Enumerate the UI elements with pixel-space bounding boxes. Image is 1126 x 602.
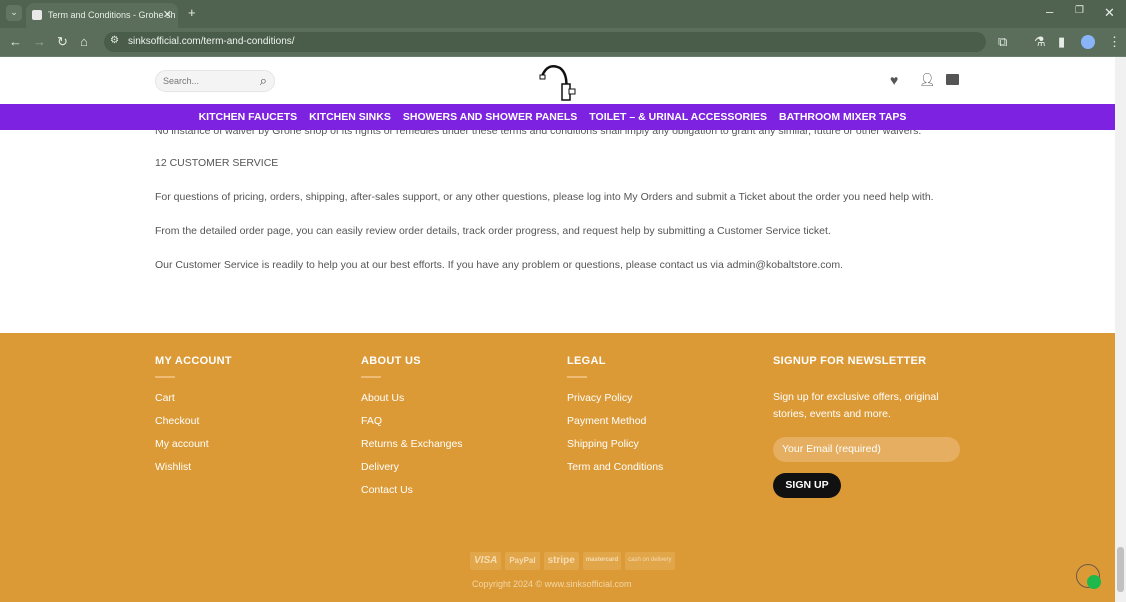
site-info-icon[interactable]: ⚙: [110, 35, 119, 46]
favicon-icon: [32, 10, 42, 20]
nav-kitchen-sinks[interactable]: KITCHEN SINKS: [309, 111, 391, 123]
web-page: No instance of waiver by Grohe shop of i…: [0, 57, 1115, 602]
divider: [155, 376, 175, 378]
url-text: sinksofficial.com/term-and-conditions/: [128, 36, 295, 47]
restore-button[interactable]: ❐: [1075, 5, 1084, 16]
footer-col-legal: LEGAL Privacy Policy Payment Method Ship…: [567, 355, 663, 473]
newsletter: SIGNUP FOR NEWSLETTER Sign up for exclus…: [773, 355, 963, 498]
footer-link-faq[interactable]: FAQ: [361, 415, 463, 427]
footer-link-payment[interactable]: Payment Method: [567, 415, 663, 427]
search-placeholder: Search...: [163, 76, 200, 86]
search-input[interactable]: Search... ⌕: [155, 70, 275, 92]
nav-showers[interactable]: SHOWERS AND SHOWER PANELS: [403, 111, 577, 123]
browser-tab[interactable]: Term and Conditions - Grohe sh ✕: [26, 3, 178, 28]
close-window-button[interactable]: ✕: [1104, 5, 1115, 21]
footer-link-delivery[interactable]: Delivery: [361, 461, 463, 473]
menu-icon[interactable]: ⋮: [1108, 34, 1121, 50]
chat-widget-icon[interactable]: [1087, 575, 1101, 589]
back-icon[interactable]: ←: [9, 34, 22, 49]
footer-link-returns[interactable]: Returns & Exchanges: [361, 438, 463, 450]
main-nav: KITCHEN FAUCETS KITCHEN SINKS SHOWERS AN…: [0, 104, 1115, 130]
stripe-icon: stripe: [543, 552, 579, 570]
footer-link-contact[interactable]: Contact Us: [361, 484, 463, 496]
nav-bathroom-mixer-taps[interactable]: BATHROOM MIXER TAPS: [779, 111, 906, 123]
paragraph: From the detailed order page, you can ea…: [155, 225, 831, 237]
email-input[interactable]: Your Email (required): [773, 437, 960, 462]
mastercard-icon: mastercard: [582, 552, 622, 570]
footer-heading: SIGNUP FOR NEWSLETTER: [773, 355, 927, 367]
search-icon[interactable]: ⌕: [260, 73, 267, 89]
footer-link-checkout[interactable]: Checkout: [155, 415, 232, 427]
close-tab-icon[interactable]: ✕: [163, 8, 172, 21]
paypal-icon: PayPal: [505, 552, 540, 570]
footer-link-about-us[interactable]: About Us: [361, 392, 463, 404]
tab-search-button[interactable]: ⌄: [6, 5, 22, 21]
new-tab-button[interactable]: +: [188, 5, 196, 20]
signup-button[interactable]: SIGN UP: [773, 473, 841, 498]
visa-icon: VISA: [470, 552, 502, 570]
paragraph: For questions of pricing, orders, shippi…: [155, 191, 934, 203]
profile-avatar[interactable]: [1081, 35, 1095, 49]
nav-toilet-accessories[interactable]: TOILET – & URINAL ACCESSORIES: [589, 111, 767, 123]
nav-kitchen-faucets[interactable]: KITCHEN FAUCETS: [199, 111, 298, 123]
faucet-logo[interactable]: [538, 62, 578, 102]
footer-link-cart[interactable]: Cart: [155, 392, 232, 404]
site-header: Search... ⌕ ♥ 👤︎: [0, 57, 1115, 104]
footer-col-about: ABOUT US About Us FAQ Returns & Exchange…: [361, 355, 463, 496]
scrollbar-thumb[interactable]: [1117, 547, 1124, 592]
footer-link-shipping[interactable]: Shipping Policy: [567, 438, 663, 450]
footer-heading: ABOUT US: [361, 355, 421, 367]
footer-col-my-account: MY ACCOUNT Cart Checkout My account Wish…: [155, 355, 232, 473]
side-panel-icon[interactable]: ▮: [1058, 34, 1065, 50]
site-footer: MY ACCOUNT Cart Checkout My account Wish…: [0, 333, 1115, 602]
minimize-button[interactable]: –: [1046, 4, 1053, 19]
labs-icon[interactable]: ⚗: [1034, 34, 1046, 50]
scrollbar[interactable]: [1115, 57, 1126, 602]
tab-title: Term and Conditions - Grohe sh: [48, 10, 176, 20]
footer-heading: MY ACCOUNT: [155, 355, 232, 367]
browser-tab-bar: ⌄ Term and Conditions - Grohe sh ✕ + – ❐…: [0, 0, 1126, 28]
wishlist-heart-icon[interactable]: ♥: [890, 72, 898, 88]
footer-heading: LEGAL: [567, 355, 606, 367]
cash-on-delivery-icon: cash on delivery: [625, 552, 675, 570]
reload-icon[interactable]: ↻: [57, 34, 68, 50]
divider: [567, 376, 587, 378]
forward-icon[interactable]: →: [33, 34, 46, 49]
footer-link-my-account[interactable]: My account: [155, 438, 232, 450]
divider: [361, 376, 381, 378]
email-placeholder: Your Email (required): [782, 443, 881, 455]
footer-link-terms[interactable]: Term and Conditions: [567, 461, 663, 473]
footer-link-privacy[interactable]: Privacy Policy: [567, 392, 663, 404]
account-icon[interactable]: 👤︎: [919, 72, 936, 88]
home-icon[interactable]: ⌂: [80, 34, 88, 49]
address-bar[interactable]: ⚙ sinksofficial.com/term-and-conditions/: [104, 32, 986, 52]
copyright: Copyright 2024 © www.sinksofficial.com: [472, 579, 632, 589]
extensions-icon[interactable]: ⧉: [998, 34, 1007, 50]
newsletter-text: Sign up for exclusive offers, original s…: [773, 391, 939, 420]
cart-bag-icon[interactable]: [946, 74, 959, 85]
section-heading: 12 CUSTOMER SERVICE: [155, 157, 279, 169]
payment-icons: VISA PayPal stripe mastercard cash on de…: [470, 552, 675, 570]
footer-link-wishlist[interactable]: Wishlist: [155, 461, 232, 473]
paragraph: Our Customer Service is readily to help …: [155, 259, 844, 271]
